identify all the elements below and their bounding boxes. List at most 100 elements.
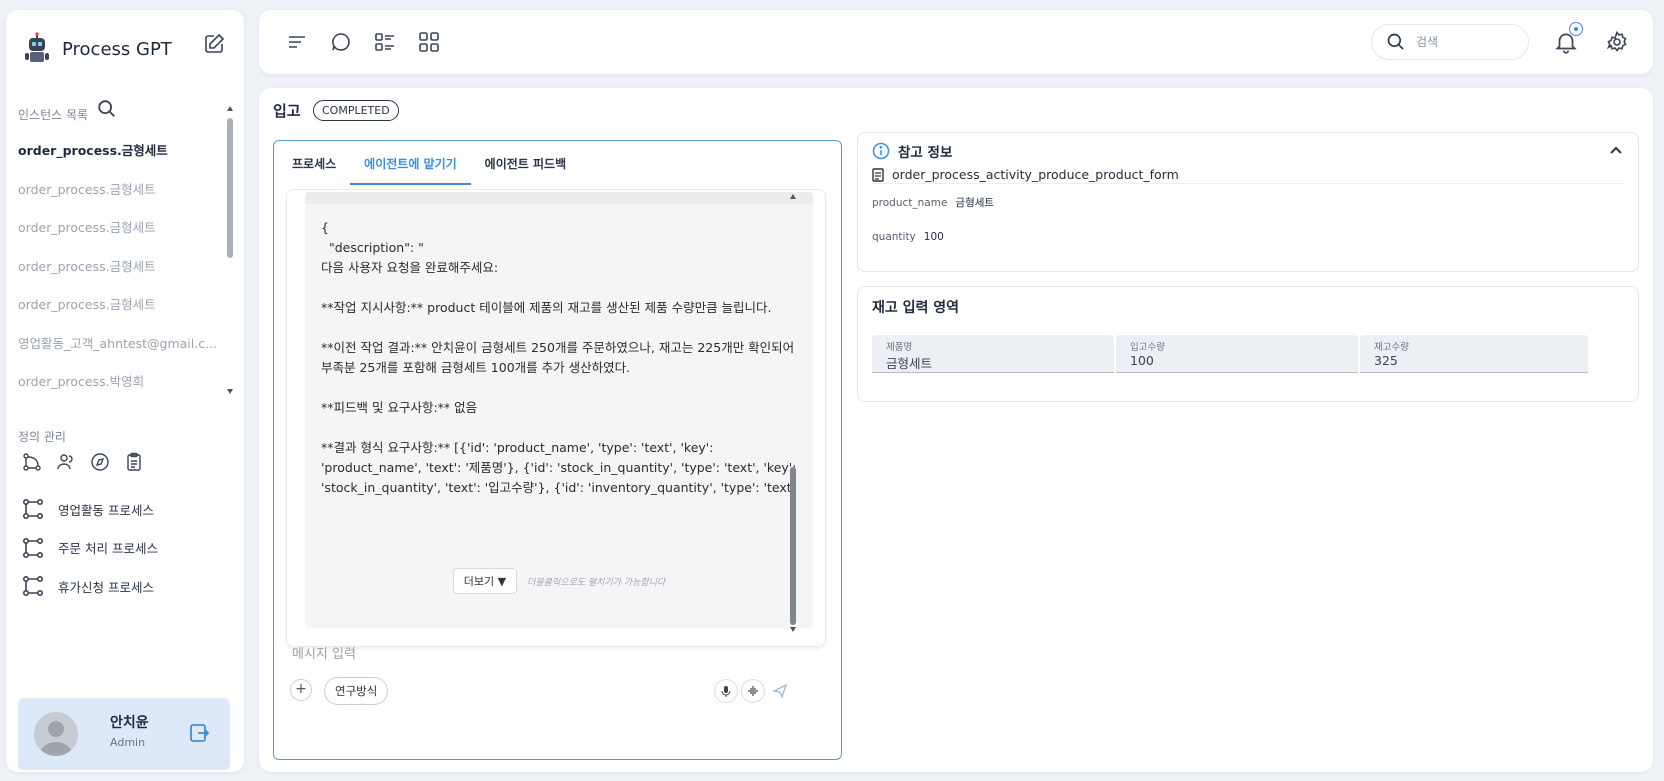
process-flow-icon <box>22 537 44 558</box>
message-input[interactable] <box>292 647 792 662</box>
user-group-icon[interactable] <box>56 452 76 472</box>
process-label: 영업활동 프로세스 <box>58 502 154 518</box>
top-bar <box>259 10 1653 74</box>
reference-field: product_name 금형세트 <box>872 195 994 210</box>
form-id-row: order_process_activity_produce_product_f… <box>872 167 1179 182</box>
stock-in-quantity-field[interactable]: 입고수량 100 <box>1116 335 1358 373</box>
show-more-button[interactable]: 더보기 ▼ <box>452 568 518 594</box>
reference-key: quantity <box>872 231 916 243</box>
field-label: 재고수량 <box>1374 342 1409 353</box>
info-icon <box>872 142 890 160</box>
microphone-icon <box>721 686 731 697</box>
message-scroll-thumb[interactable] <box>790 467 796 625</box>
voice-wave-button[interactable] <box>741 679 765 703</box>
instance-item[interactable]: order_process.박영희 <box>18 365 224 404</box>
form-document-icon <box>872 167 884 182</box>
process-label: 휴가신청 프로세스 <box>58 579 154 595</box>
avatar[interactable] <box>34 712 78 756</box>
chevron-up-icon[interactable] <box>1608 143 1624 159</box>
definitions-label: 정의 관리 <box>18 430 66 444</box>
form-id: order_process_activity_produce_product_f… <box>892 167 1179 182</box>
edit-icon[interactable] <box>202 32 226 56</box>
agent-panel: 프로세스 에이전트에 맡기기 에이전트 피드백 { "description":… <box>273 140 842 760</box>
message-container: { "description": " 다음 사용자 요청을 완료해주세요: **… <box>286 189 826 647</box>
message-fade <box>305 492 813 572</box>
reference-field: quantity 100 <box>872 231 944 243</box>
app-name: Process GPT <box>62 38 172 60</box>
page-title: 입고 <box>273 102 301 120</box>
process-item[interactable]: 주문 처리 프로세스 <box>22 529 158 568</box>
process-item[interactable]: 영업활동 프로세스 <box>22 490 158 529</box>
instance-list: order_process.금형세트 order_process.금형세트 or… <box>18 134 224 404</box>
search-input[interactable] <box>1416 35 1506 49</box>
instances-label: 인스턴스 목록 <box>18 108 89 122</box>
instance-item[interactable]: order_process.금형세트 <box>18 173 224 212</box>
process-list: 영업활동 프로세스 주문 처리 프로세스 휴가신청 프로세스 <box>22 490 158 606</box>
tab-bar: 프로세스 에이전트에 맡기기 에이전트 피드백 <box>274 141 841 185</box>
reference-info-card: 참고 정보 order_process_activity_produce_pro… <box>857 132 1639 272</box>
divider <box>872 183 1624 184</box>
field-value: 325 <box>1374 353 1398 368</box>
instance-item[interactable]: order_process.금형세트 <box>18 211 224 250</box>
instance-item[interactable]: 영업활동_고객_ahntest@gmail.c... <box>18 327 224 366</box>
process-flow-icon <box>22 499 44 520</box>
attach-plus-button[interactable]: + <box>290 679 312 701</box>
menu-lines-icon[interactable] <box>285 30 309 54</box>
user-name: 안치윤 <box>110 715 149 731</box>
global-search[interactable] <box>1371 24 1529 60</box>
search-icon <box>1387 33 1404 50</box>
field-value: 금형세트 <box>886 356 933 371</box>
message-bubble: { "description": " 다음 사용자 요청을 완료해주세요: **… <box>305 192 813 628</box>
status-badge: COMPLETED <box>313 100 399 121</box>
sidebar: Process GPT 인스턴스 목록 order_process.금형세트 o… <box>6 10 244 772</box>
instance-item[interactable]: order_process.금형세트 <box>18 250 224 289</box>
tab-delegate-agent[interactable]: 에이전트에 맡기기 <box>350 141 471 185</box>
research-mode-button[interactable]: 연구방식 <box>324 677 389 705</box>
logout-icon[interactable] <box>188 722 210 744</box>
product-name-field[interactable]: 제품명 금형세트 <box>872 335 1114 373</box>
field-value: 100 <box>1130 353 1154 368</box>
main-content: 입고 COMPLETED 프로세스 에이전트에 맡기기 에이전트 피드백 { "… <box>259 88 1653 772</box>
brand[interactable]: Process GPT <box>20 32 172 66</box>
stock-title: 재고 입력 영역 <box>872 300 960 316</box>
instance-scroll-thumb[interactable] <box>227 118 233 258</box>
message-text: { "description": " 다음 사용자 요청을 완료해주세요: **… <box>321 220 797 495</box>
reference-title: 참고 정보 <box>898 145 953 161</box>
show-more-hint: 더블클릭으로도 펼치기가 가능합니다 <box>527 577 666 588</box>
tab-process[interactable]: 프로세스 <box>278 141 350 185</box>
send-button[interactable] <box>768 679 792 703</box>
definition-tools <box>22 452 144 472</box>
send-icon <box>773 684 787 698</box>
process-label: 주문 처리 프로세스 <box>58 541 158 557</box>
audio-wave-icon <box>748 686 758 696</box>
reference-key: product_name <box>872 197 948 209</box>
todo-list-icon[interactable] <box>373 30 397 54</box>
tab-agent-feedback[interactable]: 에이전트 피드백 <box>471 141 580 185</box>
reference-value: 금형세트 <box>955 197 995 209</box>
user-card: 안치윤 Admin <box>18 698 230 770</box>
compass-icon[interactable] <box>90 452 110 472</box>
clipboard-icon[interactable] <box>124 452 144 472</box>
robot-logo-icon <box>25 32 49 62</box>
gear-icon[interactable] <box>1605 30 1629 54</box>
grid-apps-icon[interactable] <box>417 30 441 54</box>
reference-header[interactable]: 참고 정보 <box>872 141 952 161</box>
process-map-icon[interactable] <box>22 452 42 472</box>
process-flow-icon <box>22 576 44 597</box>
instance-item[interactable]: order_process.금형세트 <box>18 134 224 173</box>
user-role: Admin <box>110 736 146 749</box>
search-icon[interactable] <box>96 98 118 120</box>
microphone-button[interactable] <box>714 679 738 703</box>
message-top-band <box>305 192 813 204</box>
reference-value: 100 <box>923 231 944 243</box>
notification-dot <box>1569 22 1583 36</box>
field-label: 입고수량 <box>1130 342 1165 353</box>
chat-bubble-icon[interactable] <box>329 30 353 54</box>
instance-item[interactable]: order_process.금형세트 <box>18 288 224 327</box>
more-row: 더보기 ▼ 더블클릭으로도 펼치기가 가능합니다 <box>305 568 813 594</box>
process-item[interactable]: 휴가신청 프로세스 <box>22 567 158 606</box>
inventory-quantity-field[interactable]: 재고수량 325 <box>1360 335 1588 373</box>
stock-input-card: 재고 입력 영역 제품명 금형세트 입고수량 100 재고수량 325 <box>857 286 1639 402</box>
field-label: 제품명 <box>886 342 913 353</box>
toolbar-icons <box>285 30 441 54</box>
